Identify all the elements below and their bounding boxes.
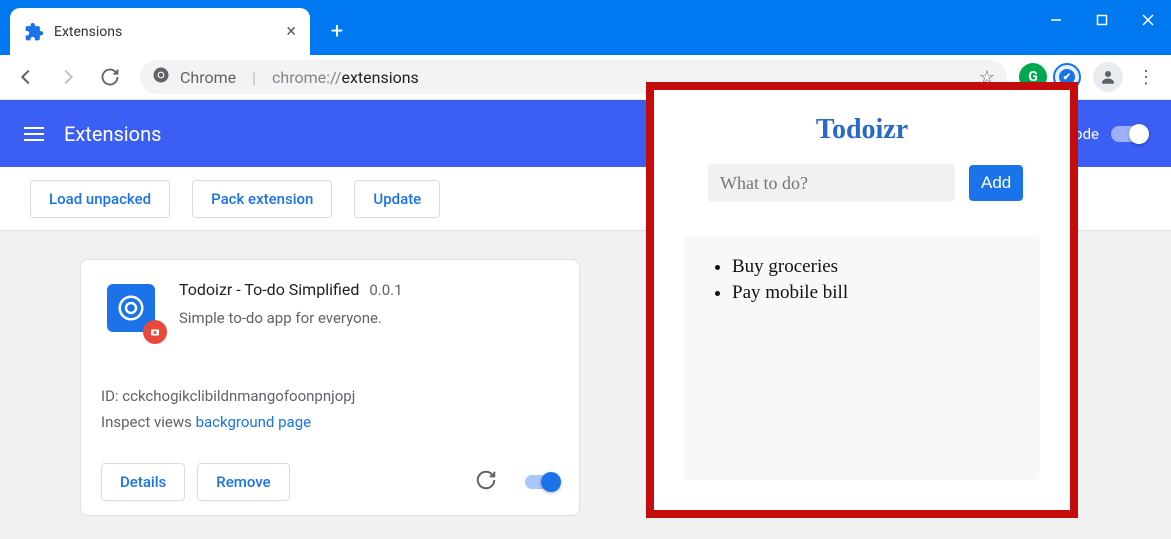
unpacked-badge-icon <box>143 320 167 344</box>
maximize-button[interactable] <box>1079 0 1125 40</box>
url-context-label: Chrome <box>180 68 236 87</box>
details-button[interactable]: Details <box>101 463 185 501</box>
list-item: Pay mobile bill <box>732 280 1020 306</box>
page-title: Extensions <box>64 122 161 146</box>
reload-extension-icon[interactable] <box>475 469 497 495</box>
pack-extension-button[interactable]: Pack extension <box>192 180 332 218</box>
extension-version: 0.0.1 <box>369 281 402 299</box>
puzzle-piece-icon <box>24 22 44 42</box>
extension-description: Simple to-do app for everyone. <box>179 309 559 327</box>
todo-input[interactable] <box>708 164 955 202</box>
browser-menu-button[interactable]: ⋮ <box>1129 67 1163 88</box>
extension-id: ID: cckchogikclibildnmangofoonpnjopj <box>101 384 559 410</box>
update-button[interactable]: Update <box>354 180 440 218</box>
extension-name: Todoizr - To-do Simplified <box>179 280 359 299</box>
url-divider: | <box>252 68 256 87</box>
new-tab-button[interactable]: + <box>320 14 354 48</box>
close-window-button[interactable] <box>1125 0 1171 40</box>
background-page-link[interactable]: background page <box>196 413 312 431</box>
developer-mode-toggle[interactable] <box>1111 126 1147 142</box>
add-button[interactable]: Add <box>969 165 1023 201</box>
close-tab-icon[interactable]: × <box>286 23 296 41</box>
browser-tab-active[interactable]: Extensions × <box>10 8 310 55</box>
window-controls <box>1033 0 1171 40</box>
minimize-button[interactable] <box>1033 0 1079 40</box>
load-unpacked-button[interactable]: Load unpacked <box>30 180 170 218</box>
extension-card: Todoizr - To-do Simplified 0.0.1 Simple … <box>80 259 580 516</box>
list-item: Buy groceries <box>732 254 1020 280</box>
url-path: extensions <box>341 68 418 87</box>
extension-popup-highlight: Todoizr Add Buy groceries Pay mobile bil… <box>646 82 1078 518</box>
extension-icon-wrap <box>107 284 159 336</box>
popup-title: Todoizr <box>672 114 1052 146</box>
window-titlebar: Extensions × + <box>0 0 1171 55</box>
url-scheme: chrome:// <box>272 68 341 87</box>
back-button[interactable] <box>8 59 44 95</box>
tab-title: Extensions <box>54 24 276 40</box>
hamburger-menu-icon[interactable] <box>24 127 44 141</box>
extension-enabled-toggle[interactable] <box>525 475 559 489</box>
forward-button[interactable] <box>50 59 86 95</box>
todoizr-popup: Todoizr Add Buy groceries Pay mobile bil… <box>654 90 1070 510</box>
chrome-icon <box>152 66 170 88</box>
profile-avatar-button[interactable] <box>1093 62 1123 92</box>
inspect-views-label: Inspect views <box>101 413 192 431</box>
todo-list-container: Buy groceries Pay mobile bill <box>684 236 1040 480</box>
reload-button[interactable] <box>92 59 128 95</box>
remove-button[interactable]: Remove <box>197 463 289 501</box>
